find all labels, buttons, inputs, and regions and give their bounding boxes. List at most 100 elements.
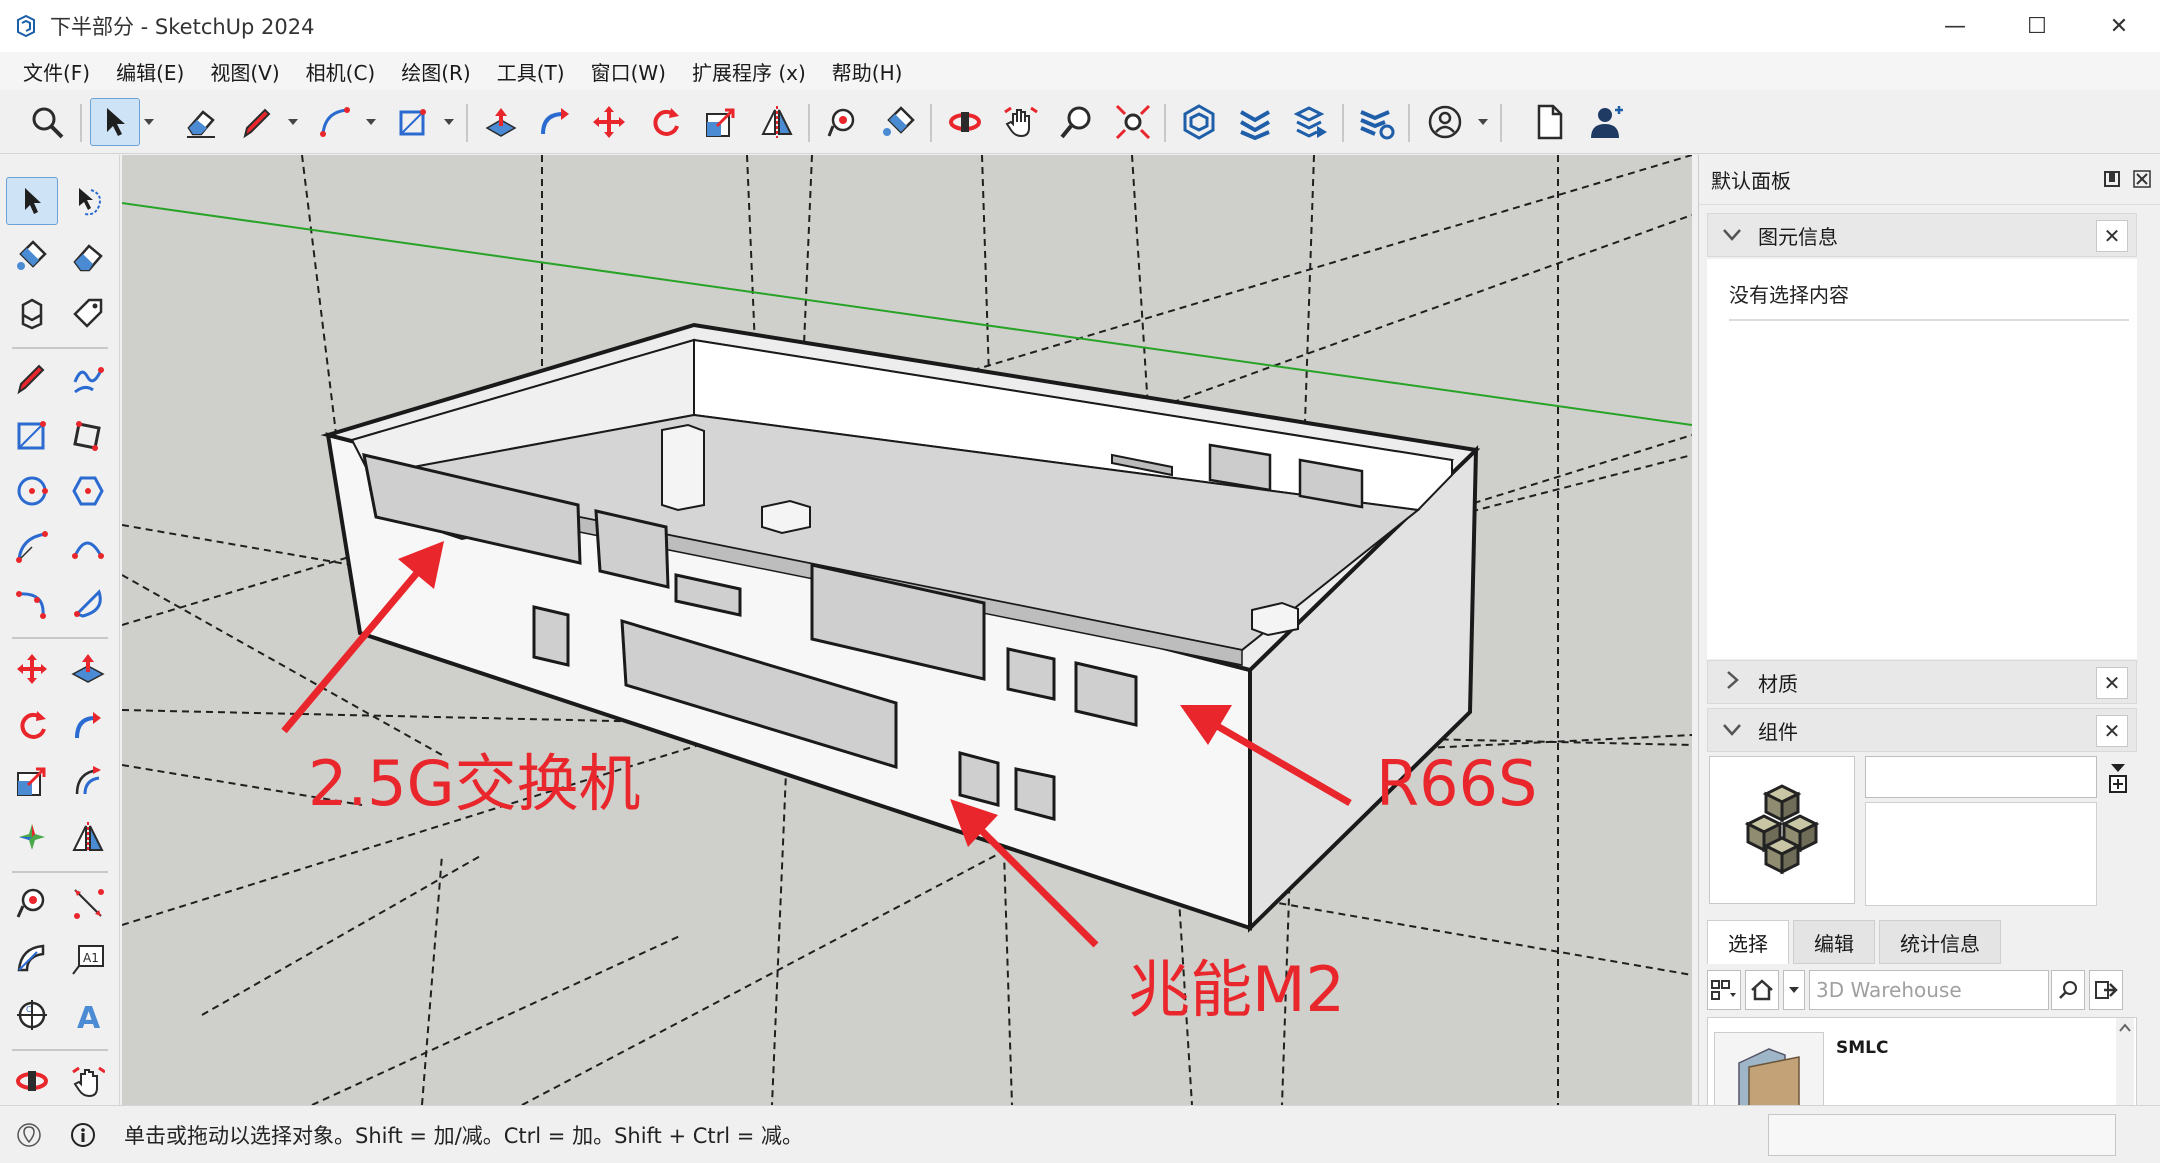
menu-edit[interactable]: 编辑(E) (103, 57, 197, 86)
menu-draw[interactable]: 绘图(R) (388, 57, 484, 86)
view-options-icon[interactable] (1707, 970, 1741, 1010)
select-dropdown-icon[interactable] (142, 110, 156, 134)
text-tool-icon[interactable]: A1 (62, 935, 114, 983)
new-file-icon[interactable] (1524, 98, 1574, 146)
panel-close-icon[interactable] (2132, 169, 2152, 189)
eraser-icon[interactable] (176, 98, 226, 146)
follow-me-icon[interactable] (530, 98, 580, 146)
arc-dropdown-icon[interactable] (364, 110, 378, 134)
3d-model-scene[interactable] (122, 155, 1692, 1105)
pan-icon[interactable] (996, 98, 1046, 146)
tab-select[interactable]: 选择 (1707, 920, 1789, 964)
pan-tool-icon[interactable] (62, 1057, 114, 1105)
account-icon[interactable] (1420, 98, 1470, 146)
dimension-tool-icon[interactable] (62, 879, 114, 927)
3d-text-tool-icon[interactable]: A (62, 991, 114, 1039)
menu-tools[interactable]: 工具(T) (484, 57, 578, 86)
components-close-button[interactable]: ✕ (2096, 715, 2128, 747)
info-icon[interactable] (68, 1120, 98, 1150)
measurements-box[interactable] (1768, 1114, 2116, 1156)
components-list[interactable]: SMLC (1707, 1017, 2137, 1112)
geo-location-icon[interactable] (14, 1120, 44, 1150)
line-tool-icon[interactable] (6, 355, 58, 403)
navigate-dropdown-icon[interactable] (1783, 970, 1805, 1010)
tape-measure-icon[interactable] (818, 98, 868, 146)
flip-tool-icon[interactable] (62, 813, 114, 861)
tape-measure-tool-icon[interactable] (6, 879, 58, 927)
select-tool-icon[interactable] (6, 177, 58, 225)
rotate-icon[interactable] (640, 98, 690, 146)
paint-bucket-tool-icon[interactable] (6, 233, 58, 281)
polygon-tool-icon[interactable] (62, 467, 114, 515)
extension-warehouse-icon[interactable] (1230, 98, 1280, 146)
materials-close-button[interactable]: ✕ (2096, 667, 2128, 699)
minimize-button[interactable]: — (1914, 0, 1996, 52)
menu-view[interactable]: 视图(V) (197, 57, 292, 86)
pencil-icon[interactable] (232, 98, 282, 146)
profile-icon[interactable] (1582, 98, 1632, 146)
list-scrollbar[interactable] (2116, 1018, 2134, 1111)
two-point-arc-icon[interactable] (62, 523, 114, 571)
lasso-select-icon[interactable] (62, 177, 114, 225)
tab-statistics[interactable]: 统计信息 (1879, 920, 2001, 964)
extension-manager-icon[interactable] (1352, 98, 1402, 146)
search-icon[interactable] (22, 98, 72, 146)
rectangle-icon[interactable] (388, 98, 438, 146)
push-pull-tool-icon[interactable] (62, 645, 114, 693)
menu-camera[interactable]: 相机(C) (293, 57, 389, 86)
axes-tool-icon[interactable]: C (6, 991, 58, 1039)
rotated-rectangle-icon[interactable] (62, 411, 114, 459)
scale-icon[interactable] (696, 98, 746, 146)
materials-header[interactable]: 材质 ✕ (1707, 660, 2137, 704)
model-viewport[interactable]: 2.5G交换机 R66S 兆能M2 (122, 155, 1692, 1105)
search-icon[interactable] (2051, 970, 2085, 1010)
menu-window[interactable]: 窗口(W) (578, 57, 679, 86)
orbit-icon[interactable] (940, 98, 990, 146)
paint-bucket-icon[interactable] (874, 98, 924, 146)
component-details-icon[interactable] (2107, 760, 2129, 796)
flip-icon[interactable] (752, 98, 802, 146)
rotate-tool-icon[interactable] (6, 701, 58, 749)
details-arrow-icon[interactable] (2089, 970, 2123, 1010)
menu-help[interactable]: 帮助(H) (819, 57, 916, 86)
circle-tool-icon[interactable] (6, 467, 58, 515)
maximize-button[interactable]: ☐ (1996, 0, 2078, 52)
entity-info-header[interactable]: 图元信息 ✕ (1707, 213, 2137, 257)
entity-info-close-button[interactable]: ✕ (2096, 220, 2128, 252)
menu-file[interactable]: 文件(F) (10, 57, 103, 86)
menu-extensions[interactable]: 扩展程序 (x) (679, 57, 819, 86)
pin-icon[interactable] (2102, 169, 2122, 189)
close-button[interactable]: ✕ (2078, 0, 2160, 52)
offset-tool-icon[interactable] (62, 757, 114, 805)
arc-icon[interactable] (310, 98, 360, 146)
position-camera-icon[interactable] (6, 813, 58, 861)
rectangle-tool-icon[interactable] (6, 411, 58, 459)
list-item-label[interactable]: SMLC (1836, 1038, 1888, 1058)
home-icon[interactable] (1745, 970, 1779, 1010)
eraser-tool-icon[interactable] (62, 233, 114, 281)
select-tool-button[interactable] (90, 98, 140, 146)
shape-dropdown-icon[interactable] (442, 110, 456, 134)
follow-me-tool-icon[interactable] (62, 701, 114, 749)
pencil-dropdown-icon[interactable] (286, 110, 300, 134)
3d-warehouse-icon[interactable] (1174, 98, 1224, 146)
arc-tool-icon[interactable] (6, 523, 58, 571)
zoom-icon[interactable] (1052, 98, 1102, 146)
components-header[interactable]: 组件 ✕ (1707, 708, 2137, 752)
scale-tool-icon[interactable] (6, 757, 58, 805)
move-tool-icon[interactable] (6, 645, 58, 693)
pie-tool-icon[interactable] (62, 579, 114, 627)
protractor-tool-icon[interactable] (6, 935, 58, 983)
tag-tool-icon[interactable] (62, 289, 114, 337)
push-pull-icon[interactable] (476, 98, 526, 146)
account-dropdown-icon[interactable] (1476, 110, 1490, 134)
three-point-arc-icon[interactable] (6, 579, 58, 627)
orbit-tool-icon[interactable] (6, 1057, 58, 1105)
move-icon[interactable] (584, 98, 634, 146)
tab-edit[interactable]: 编辑 (1793, 920, 1875, 964)
freehand-tool-icon[interactable] (62, 355, 114, 403)
zoom-extents-icon[interactable] (1108, 98, 1158, 146)
warehouse-search-input[interactable]: 3D Warehouse (1809, 970, 2049, 1010)
component-description-field[interactable] (1865, 802, 2097, 906)
layout-send-icon[interactable] (1286, 98, 1336, 146)
